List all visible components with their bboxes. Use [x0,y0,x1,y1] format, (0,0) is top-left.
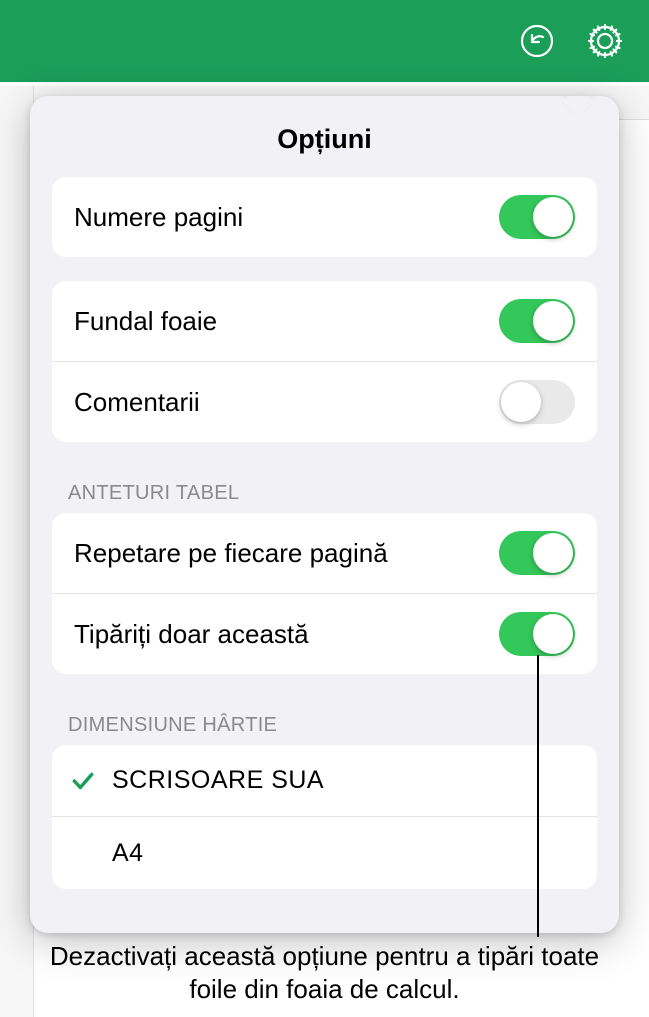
repeat-each-page-row: Repetare pe fiecare pagină [52,513,597,594]
table-headers-section: Repetare pe fiecare pagină Tipăriți doar… [52,513,597,674]
paper-size-section: SCRISOARE SUA A4 [52,745,597,889]
app-toolbar [0,0,649,82]
paper-size-label: A4 [106,839,144,868]
page-numbers-label: Numere pagini [74,202,243,233]
toggle-knob [533,614,573,654]
page-numbers-row: Numere pagini [52,177,597,257]
sheet-background-row: Fundal foaie [52,281,597,362]
undo-icon [519,23,555,59]
comments-label: Comentarii [74,387,200,418]
repeat-each-page-toggle[interactable] [499,531,575,575]
toggle-knob [501,382,541,422]
paper-size-label: SCRISOARE SUA [106,766,324,795]
sheet-background-toggle[interactable] [499,299,575,343]
background-comments-section: Fundal foaie Comentarii [52,281,597,442]
callout-line [537,655,539,937]
toggle-knob [533,533,573,573]
general-options-section: Numere pagini [52,177,597,257]
table-headers-section-header: ANTETURI TABEL [30,466,619,513]
repeat-each-page-label: Repetare pe fiecare pagină [74,538,388,569]
toggle-knob [533,301,573,341]
row-headers [0,86,34,1017]
sheet-background-label: Fundal foaie [74,306,217,337]
print-only-this-label: Tipăriți doar această [74,619,309,650]
paper-size-a4[interactable]: A4 [52,817,597,889]
print-only-this-toggle[interactable] [499,612,575,656]
comments-row: Comentarii [52,362,597,442]
paper-size-us-letter[interactable]: SCRISOARE SUA [52,745,597,817]
toggle-knob [533,197,573,237]
page-numbers-toggle[interactable] [499,195,575,239]
popover-arrow [567,96,589,98]
undo-button[interactable] [517,21,557,61]
settings-button[interactable] [585,21,625,61]
callout-text: Dezactivați această opțiune pentru a tip… [40,940,609,1007]
gear-icon [587,23,623,59]
print-only-this-row: Tipăriți doar această [52,594,597,674]
popover-title: Opțiuni [30,96,619,177]
check-icon [70,768,106,794]
comments-toggle[interactable] [499,380,575,424]
paper-size-section-header: DIMENSIUNE HÂRTIE [30,698,619,745]
options-popover: Opțiuni Numere pagini Fundal foaie Comen… [30,96,619,933]
